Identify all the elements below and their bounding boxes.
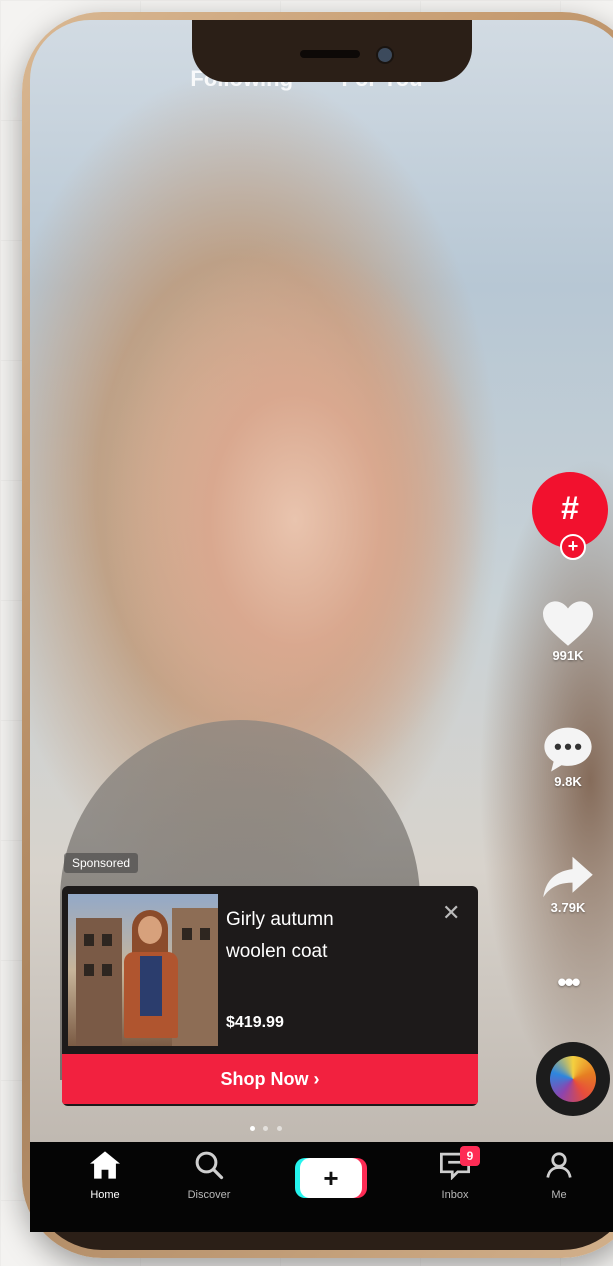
carousel-dot — [276, 1126, 282, 1131]
hashtag-avatar-button[interactable]: # + — [532, 472, 608, 560]
nav-me-label: Me — [551, 1189, 567, 1201]
music-disc-cover — [550, 1056, 596, 1102]
heart-icon — [543, 601, 593, 646]
like-count: 991K — [552, 648, 584, 663]
speaker-grille — [300, 50, 360, 58]
like-button[interactable]: 991K — [526, 598, 610, 663]
nav-inbox[interactable]: 9 Inbox — [410, 1146, 500, 1201]
music-disc-icon[interactable] — [536, 1042, 610, 1116]
product-title: Girly autumn woolen coat — [226, 904, 436, 968]
side-actions: # + 991K 9.8K 3.79K ••• — [532, 472, 613, 995]
comment-count: 9.8K — [554, 774, 582, 789]
product-thumbnail — [68, 894, 218, 1046]
thumb-window — [84, 934, 94, 946]
comment-icon — [544, 727, 592, 772]
nav-inbox-label: Inbox — [441, 1189, 469, 1201]
more-options-button[interactable]: ••• — [526, 969, 610, 995]
nav-home-label: Home — [90, 1189, 120, 1201]
profile-icon — [546, 1152, 572, 1178]
shop-now-button[interactable]: Shop Now › — [62, 1054, 478, 1104]
thumb-model-head — [138, 916, 162, 944]
search-icon — [195, 1151, 224, 1180]
product-ad-card[interactable]: Girly autumn woolen coat ✕ $419.99 Shop … — [62, 886, 478, 1106]
share-icon — [543, 856, 593, 898]
follow-plus-button[interactable]: + — [560, 534, 586, 560]
front-camera — [376, 46, 394, 64]
home-icon — [90, 1151, 120, 1179]
close-icon[interactable]: ✕ — [442, 900, 460, 926]
thumb-building-right — [172, 908, 218, 1046]
bottom-navigation: Home Discover + 9 Inbox Me — [30, 1142, 613, 1232]
inbox-badge: 9 — [460, 1146, 480, 1166]
share-count: 3.79K — [550, 900, 586, 915]
nav-home[interactable]: Home — [60, 1150, 150, 1201]
share-button[interactable]: 3.79K — [526, 854, 610, 915]
nav-discover-label: Discover — [187, 1189, 231, 1201]
carousel-dot — [263, 1126, 269, 1131]
product-title-line2: woolen coat — [226, 941, 328, 962]
sponsored-label: Sponsored — [64, 853, 139, 873]
thumb-window — [200, 928, 210, 940]
comment-button[interactable]: 9.8K — [526, 724, 610, 789]
thumb-window — [102, 934, 112, 946]
nav-discover[interactable]: Discover — [164, 1150, 254, 1201]
thumb-building-left — [76, 918, 122, 1046]
create-button[interactable]: + — [300, 1158, 362, 1198]
thumb-window — [84, 964, 94, 976]
thumb-window — [102, 964, 112, 976]
product-price: $419.99 — [226, 1014, 284, 1031]
product-title-line1: Girly autumn — [226, 909, 334, 930]
nav-me[interactable]: Me — [514, 1150, 604, 1201]
hashtag-label: # — [561, 490, 579, 526]
thumb-window — [182, 928, 192, 940]
carousel-indicator — [248, 1118, 284, 1136]
thumb-model-shirt — [140, 956, 162, 1016]
phone-notch — [192, 20, 472, 82]
carousel-dot — [250, 1126, 255, 1131]
